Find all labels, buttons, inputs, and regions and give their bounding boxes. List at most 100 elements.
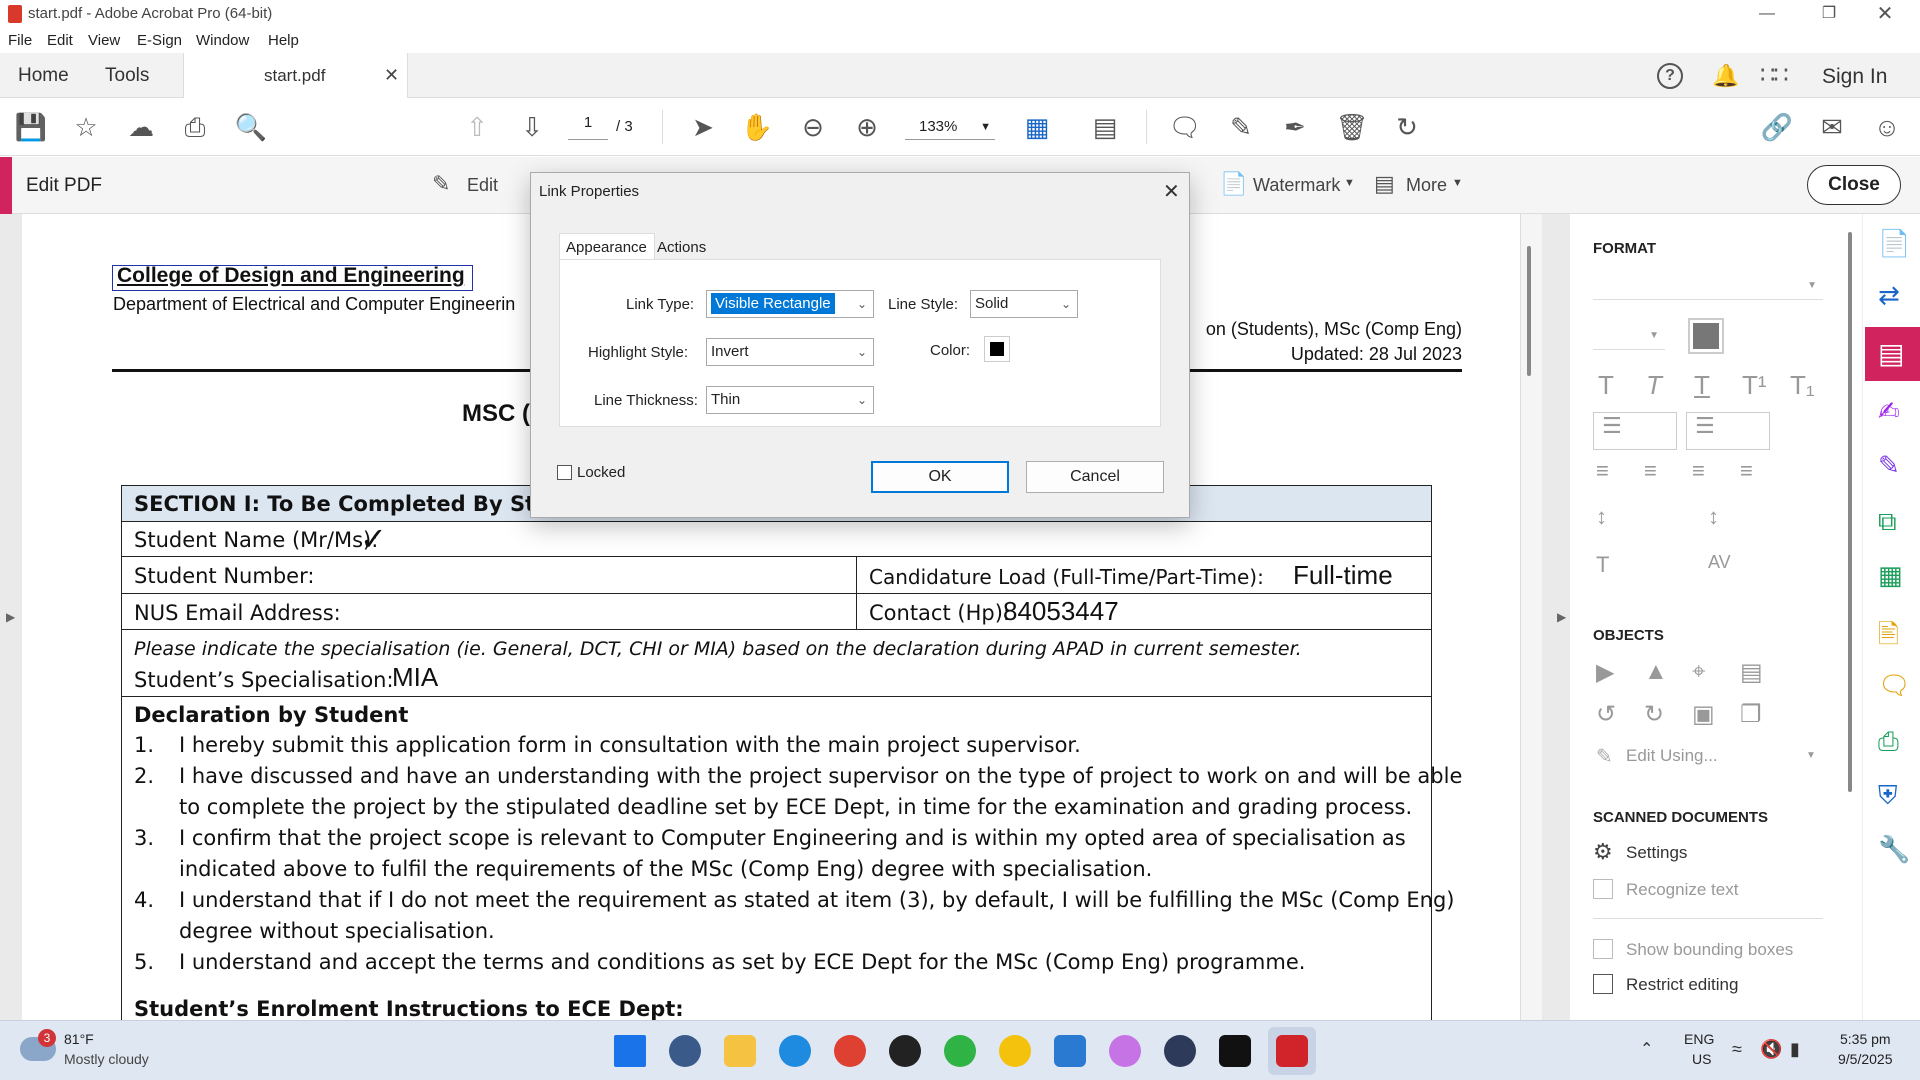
line-thickness-select[interactable]: Thin ⌄ — [706, 386, 874, 414]
vscode-icon[interactable] — [1054, 1035, 1086, 1067]
line-spacing-icon[interactable]: ↕ — [1596, 504, 1607, 530]
tab-actions[interactable]: Actions — [657, 239, 706, 256]
comment-tool-icon[interactable]: 🗨 — [1878, 670, 1911, 701]
sign-in-button[interactable]: Sign In — [1822, 65, 1887, 89]
tab-tools[interactable]: Tools — [105, 65, 149, 87]
text-style-icon[interactable]: T — [1598, 370, 1614, 401]
create-pdf-icon[interactable]: 📄 — [1878, 228, 1910, 259]
cancel-button[interactable]: Cancel — [1026, 461, 1164, 493]
bell-icon[interactable]: 🔔 — [1712, 63, 1739, 89]
edit-pdf-tool-active[interactable]: ▤ — [1865, 327, 1920, 381]
highlight-style-select[interactable]: Invert ⌄ — [706, 338, 874, 366]
menu-edit[interactable]: Edit — [47, 32, 73, 49]
restore-button[interactable]: ❐ — [1806, 2, 1852, 26]
font-color-swatch[interactable] — [1688, 318, 1724, 354]
user-share-icon[interactable]: ☺ — [1870, 110, 1904, 144]
measure-icon[interactable]: ▤ — [1088, 110, 1122, 144]
menu-view[interactable]: View — [88, 32, 120, 49]
protect-shield-icon[interactable]: ⛨ — [1878, 780, 1898, 812]
link-type-select[interactable]: Visible Rectangle ⌄ — [706, 290, 874, 318]
ok-button[interactable]: OK — [871, 461, 1009, 493]
select-cursor-icon[interactable]: ➤ — [686, 110, 720, 144]
highlight-pen-icon[interactable]: ✎ — [1224, 110, 1258, 144]
panel-scroll-thumb[interactable] — [1848, 232, 1852, 792]
font-size-select[interactable]: ▼ — [1593, 324, 1665, 350]
apps-grid-icon[interactable]: ∷∷ — [1760, 61, 1789, 90]
align-left-icon[interactable]: ≡ — [1596, 458, 1609, 484]
dialog-close-icon[interactable]: ✕ — [1163, 179, 1180, 204]
export-pdf-icon[interactable]: ⇄ — [1878, 280, 1900, 311]
start-icon[interactable] — [614, 1035, 646, 1067]
tab-appearance[interactable]: Appearance — [559, 233, 655, 260]
watermark-button[interactable]: Watermark — [1253, 175, 1340, 196]
subscript-icon[interactable]: T₁ — [1790, 370, 1815, 401]
wifi-icon[interactable]: ≈ — [1732, 1039, 1742, 1060]
organize-pages-icon[interactable]: ▦ — [1878, 560, 1903, 591]
fill-sign-icon[interactable]: ✍ — [1878, 396, 1900, 427]
close-window-button[interactable]: ✕ — [1862, 2, 1908, 26]
left-panel-toggle-icon[interactable]: ▶ — [6, 610, 15, 624]
file-explorer-icon[interactable] — [724, 1035, 756, 1067]
lang-1[interactable]: ENG — [1684, 1031, 1714, 1047]
page-number-input[interactable]: 1 — [568, 114, 608, 140]
page-down-icon[interactable]: ⇩ — [515, 110, 549, 144]
app-dark-icon[interactable] — [1164, 1035, 1196, 1067]
rotate-right-icon[interactable]: ↻ — [1644, 700, 1664, 729]
page-up-icon[interactable]: ⇧ — [460, 110, 494, 144]
tray-chevron-icon[interactable]: ⌃ — [1640, 1039, 1653, 1059]
print-production-icon[interactable]: ⎙ — [1878, 726, 1899, 758]
menu-window[interactable]: Window — [196, 32, 249, 49]
help-icon[interactable]: ? — [1657, 63, 1683, 89]
combine-icon[interactable]: ⧉ — [1878, 506, 1897, 538]
more-button[interactable]: More — [1406, 175, 1447, 196]
flip-vertical-icon[interactable]: ▲ — [1644, 658, 1668, 686]
text-scale-icon[interactable]: T — [1596, 552, 1609, 578]
align-objects-icon[interactable]: ▤ — [1740, 658, 1763, 687]
hand-icon[interactable]: ✋ — [740, 110, 774, 144]
menu-file[interactable]: File — [8, 32, 32, 49]
scan-icon[interactable]: 🖹 — [1878, 616, 1899, 660]
fit-page-icon[interactable]: ▦ — [1020, 110, 1054, 144]
crop-icon[interactable]: ⌖ — [1692, 658, 1706, 686]
superscript-icon[interactable]: T¹ — [1742, 370, 1767, 401]
volume-muted-icon[interactable]: 🔇 — [1760, 1039, 1782, 1060]
edit-using-button[interactable]: Edit Using... — [1626, 746, 1718, 766]
qq-icon[interactable] — [889, 1035, 921, 1067]
sign-icon[interactable]: ✒ — [1278, 110, 1312, 144]
edit-button[interactable]: Edit — [467, 175, 498, 196]
restrict-editing-checkbox[interactable] — [1593, 974, 1613, 994]
flip-horizontal-icon[interactable]: ▶ — [1596, 658, 1614, 687]
bounding-boxes-checkbox[interactable] — [1593, 939, 1613, 959]
share-link-icon[interactable]: 🔗 — [1760, 110, 1794, 144]
acrobat-taskbar-active[interactable] — [1268, 1027, 1316, 1075]
search-zoom-icon[interactable]: 🔍 — [234, 110, 268, 144]
menu-esign[interactable]: E-Sign — [137, 32, 182, 49]
color-picker[interactable] — [984, 336, 1010, 362]
right-panel-toggle-icon[interactable]: ▶ — [1557, 610, 1566, 624]
comment-icon[interactable]: 🗨 — [1168, 110, 1202, 144]
arrange-icon[interactable]: ❐ — [1740, 700, 1762, 729]
bullet-list-icon[interactable]: ☰ — [1593, 412, 1677, 450]
edge-icon[interactable] — [779, 1035, 811, 1067]
zoom-select[interactable]: 133% ▼ — [905, 114, 995, 140]
request-sign-icon[interactable]: ✎ — [1878, 450, 1900, 481]
vertical-scrollbar[interactable] — [1520, 214, 1542, 1020]
line-style-select[interactable]: Solid ⌄ — [970, 290, 1078, 318]
mail-icon[interactable]: ✉ — [1815, 110, 1849, 144]
trash-icon[interactable]: 🗑 — [1335, 110, 1369, 144]
recognize-text-checkbox[interactable] — [1593, 879, 1613, 899]
typora-icon[interactable] — [1219, 1035, 1251, 1067]
more-tools-icon[interactable]: 🔧 — [1878, 834, 1910, 865]
font-select[interactable]: ▼ — [1593, 274, 1823, 300]
underline-icon[interactable]: T — [1694, 370, 1710, 401]
italic-icon[interactable]: T — [1646, 370, 1662, 401]
paragraph-spacing-icon[interactable]: ↕ — [1708, 504, 1719, 530]
rotate-left-icon[interactable]: ↺ — [1596, 700, 1616, 729]
replace-image-icon[interactable]: ▣ — [1692, 700, 1715, 729]
save-icon[interactable]: 💾 — [14, 110, 48, 144]
char-spacing-icon[interactable]: AV — [1708, 552, 1731, 573]
minimize-button[interactable]: — — [1744, 2, 1790, 26]
chrome-icon[interactable] — [834, 1035, 866, 1067]
redo-icon[interactable]: ↻ — [1390, 110, 1424, 144]
menu-help[interactable]: Help — [268, 32, 299, 49]
